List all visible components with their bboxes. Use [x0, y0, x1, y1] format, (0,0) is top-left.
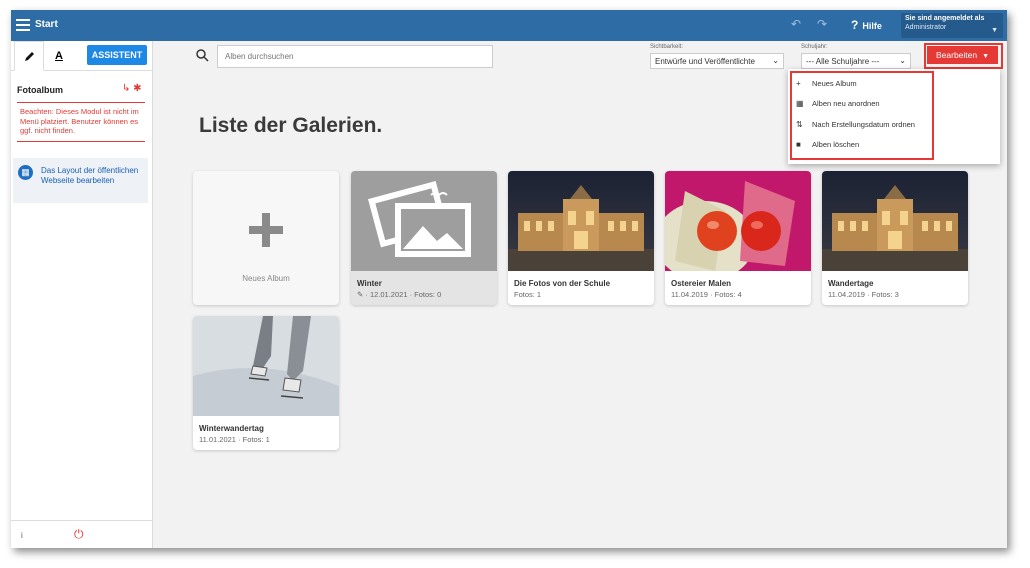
opera-house-photo [822, 171, 968, 271]
album-meta: 11.01.2021 · Fotos: 1 [199, 435, 270, 444]
album-meta-text: · 12.01.2021 · Fotos: 0 [365, 290, 442, 299]
pencil-icon [24, 52, 34, 61]
album-meta: ✎ · 12.01.2021 · Fotos: 0 [357, 290, 441, 299]
album-title: Wandertage [828, 279, 874, 288]
album-title: Die Fotos von der Schule [514, 279, 611, 288]
help-button[interactable]: ? Hilfe [851, 18, 882, 32]
user-menu[interactable]: Sie sind angemeldet als Administrator ▼ [901, 13, 1003, 38]
plus-icon: + [796, 79, 801, 88]
chevron-down-icon: ▼ [991, 27, 998, 34]
edit-layout-label: Das Layout der öffentlichen Webseite bea… [41, 166, 139, 185]
edit-dropdown-menu: + Neues Album ▦ Alben neu anordnen ⇅ Nach E… [788, 69, 1000, 164]
user-login-label: Sie sind angemeldet als [905, 15, 985, 22]
main-content: Sichtbarkeit: Entwürfe und Veröffentlich… [153, 41, 1007, 548]
notice-bold: Beachten: [20, 107, 54, 116]
app-title[interactable]: Start [35, 19, 58, 30]
schoolyear-select[interactable]: --- Alle Schuljahre --- ⌄ [801, 53, 911, 69]
app-window: Start ↶ ↷ ? Hilfe Sie sind angemeldet als… [11, 10, 1007, 548]
album-card[interactable]: Wandertage 11.04.2019 · Fotos: 3 [822, 171, 968, 305]
album-title: Winter [357, 279, 382, 288]
menu-item-label: Alben neu anordnen [812, 99, 880, 108]
chevron-down-icon: ⌄ [899, 56, 906, 65]
visibility-label: Sichtbarkeit: [650, 44, 684, 50]
visibility-value: Entwürfe und Veröffentlichte [655, 57, 755, 66]
assistant-button[interactable]: ASSISTENT [87, 45, 147, 65]
new-album-card[interactable]: Neues Album [193, 171, 339, 305]
top-bar: Start ↶ ↷ ? Hilfe Sie sind angemeldet als… [11, 10, 1007, 41]
module-actions: ↳ ✱ [122, 83, 142, 94]
caret-down-icon: ▼ [982, 53, 990, 60]
module-title: Fotoalbum [17, 85, 63, 95]
sidebar-footer: i ⏻ [11, 520, 152, 548]
easter-eggs-photo [665, 171, 811, 271]
help-label: Hilfe [862, 21, 882, 31]
power-icon[interactable]: ⏻ [74, 527, 84, 542]
album-card[interactable]: Winter ✎ · 12.01.2021 · Fotos: 0 [351, 171, 497, 305]
redo-icon[interactable]: ↷ [817, 17, 827, 31]
visibility-select[interactable]: Entwürfe und Veröffentlichte ⌄ [650, 53, 784, 69]
album-meta: Fotos: 1 [514, 290, 542, 299]
edit-button[interactable]: Bearbeiten ▼ [927, 46, 998, 64]
menu-item-new-album[interactable]: + Neues Album [796, 74, 946, 94]
sort-icon: ⇅ [796, 120, 803, 129]
menu-item-label: Neues Album [812, 79, 857, 88]
search-icon [196, 49, 209, 65]
info-icon[interactable]: i [21, 531, 23, 540]
album-card[interactable]: Die Fotos von der Schule Fotos: 1 [508, 171, 654, 305]
menu-item-delete[interactable]: ■ Alben löschen [796, 135, 946, 155]
album-title: Ostereier Malen [671, 279, 732, 288]
menu-item-reorder[interactable]: ▦ Alben neu anordnen [796, 94, 946, 114]
menu-item-sort-date[interactable]: ⇅ Nach Erstellungsdatum ordnen [796, 115, 946, 135]
layout-icon: ▦ [18, 165, 33, 180]
ice-skating-photo [193, 316, 339, 416]
sidebar: A ASSISTENT Fotoalbum ↳ ✱ Beachten: Dies… [11, 41, 153, 548]
move-arrow-icon[interactable]: ↳ [122, 83, 130, 94]
schoolyear-value: --- Alle Schuljahre --- [806, 57, 880, 66]
page-title: Liste der Galerien. [199, 114, 383, 137]
hamburger-menu-icon[interactable] [16, 19, 30, 31]
question-icon: ? [851, 18, 859, 32]
album-card[interactable]: Winterwandertag 11.01.2021 · Fotos: 1 [193, 316, 339, 450]
trash-icon: ■ [796, 140, 801, 149]
schoolyear-label: Schuljahr: [801, 44, 828, 50]
opera-house-photo [508, 171, 654, 271]
plus-icon [249, 213, 283, 247]
album-title: Winterwandertag [199, 424, 264, 433]
sidebar-tabs: A ASSISTENT [11, 41, 152, 71]
tab-text[interactable]: A [44, 41, 74, 71]
menu-item-label: Alben löschen [812, 140, 860, 149]
user-name: Administrator [905, 24, 947, 31]
undo-icon[interactable]: ↶ [791, 17, 801, 31]
edit-button-highlight: Bearbeiten ▼ [924, 43, 1003, 69]
album-meta: 11.04.2019 · Fotos: 3 [828, 290, 899, 299]
gear-icon[interactable]: ✱ [133, 83, 141, 94]
menu-item-label: Nach Erstellungsdatum ordnen [812, 120, 915, 129]
edit-button-label: Bearbeiten [936, 50, 978, 60]
placeholder-image-icon [351, 171, 497, 271]
album-card[interactable]: Ostereier Malen 11.04.2019 · Fotos: 4 [665, 171, 811, 305]
album-meta: 11.04.2019 · Fotos: 4 [671, 290, 742, 299]
tab-edit[interactable] [14, 41, 44, 71]
new-album-label: Neues Album [242, 274, 290, 283]
grid-icon: ▦ [796, 99, 804, 108]
chevron-down-icon: ⌄ [772, 56, 779, 65]
search-input[interactable] [217, 45, 493, 68]
module-notice: Beachten: Dieses Modul ist nicht im Menü… [17, 102, 145, 142]
edit-layout-link[interactable]: ▦ Das Layout der öffentlichen Webseite b… [13, 158, 148, 203]
